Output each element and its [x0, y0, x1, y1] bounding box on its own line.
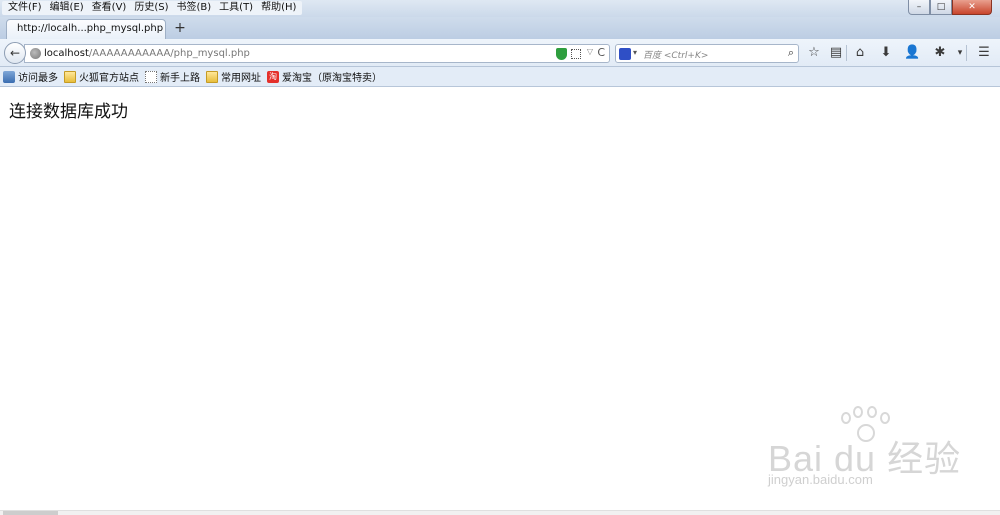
url-text[interactable]: localhost/AAAAAAAAAAA/php_mysql.php: [44, 48, 250, 59]
baidu-watermark: Bai du 经验 jingyan.baidu.com: [760, 400, 960, 495]
horizontal-scrollbar[interactable]: [0, 510, 1000, 515]
page-icon: [145, 70, 157, 83]
reload-icon[interactable]: C: [597, 46, 605, 59]
menu-view[interactable]: 查看(V): [88, 1, 131, 15]
bookmark-most-visited[interactable]: 访问最多: [3, 69, 58, 84]
menu-bar: 文件(F) 编辑(E) 查看(V) 历史(S) 书签(B) 工具(T) 帮助(H…: [2, 1, 303, 15]
url-bar[interactable]: localhost/AAAAAAAAAAA/php_mysql.php ▽ C: [24, 44, 610, 63]
bookmark-common-sites[interactable]: 常用网址: [206, 69, 261, 84]
folder-icon: [64, 70, 76, 83]
menu-file[interactable]: 文件(F): [4, 1, 46, 15]
account-icon[interactable]: 👤: [904, 45, 920, 61]
close-button[interactable]: ✕: [952, 0, 992, 15]
chevron-down-icon[interactable]: ▾: [633, 48, 637, 57]
url-host: localhost: [44, 48, 89, 59]
bookmark-label: 火狐官方站点: [79, 73, 139, 84]
search-engine-icon[interactable]: [619, 48, 631, 60]
new-tab-button[interactable]: +: [172, 19, 188, 37]
history-icon: [3, 70, 15, 83]
search-icon[interactable]: ⌕: [788, 46, 794, 60]
download-icon[interactable]: ⬇: [878, 45, 894, 61]
bookmark-label: 爱淘宝（原淘宝特卖）: [282, 73, 382, 84]
menu-history[interactable]: 历史(S): [130, 1, 172, 15]
menu-icon[interactable]: ☰: [976, 45, 992, 61]
bookmark-label: 常用网址: [221, 73, 261, 84]
divider: [846, 45, 847, 61]
qr-code-icon[interactable]: [571, 49, 581, 59]
menu-help[interactable]: 帮助(H): [257, 1, 300, 15]
back-button[interactable]: ←: [4, 42, 26, 64]
addon-icon[interactable]: ✱: [932, 45, 948, 61]
maximize-button[interactable]: □: [930, 0, 952, 15]
watermark-url: jingyan.baidu.com: [768, 472, 873, 487]
page-message: 连接数据库成功: [9, 102, 128, 122]
bookmark-label: 访问最多: [18, 73, 58, 84]
divider: [966, 45, 967, 61]
search-input[interactable]: 百度 <Ctrl+K>: [643, 48, 708, 61]
menu-edit[interactable]: 编辑(E): [46, 1, 88, 15]
url-dropdown-icon[interactable]: ▽: [587, 47, 593, 56]
tab-active[interactable]: http://localh...php_mysql.php: [6, 19, 166, 39]
bookmark-label: 新手上路: [160, 73, 200, 84]
menu-tools[interactable]: 工具(T): [215, 1, 257, 15]
home-icon[interactable]: ⌂: [852, 45, 868, 61]
title-bar: 文件(F) 编辑(E) 查看(V) 历史(S) 书签(B) 工具(T) 帮助(H…: [0, 0, 1000, 17]
taobao-icon: 淘: [267, 70, 279, 83]
star-icon[interactable]: ☆: [806, 45, 822, 61]
tab-strip: http://localh...php_mysql.php +: [0, 17, 1000, 39]
window-controls: – □ ✕: [908, 0, 992, 15]
bookmarks-bar: 访问最多 火狐官方站点 新手上路 常用网址 淘 爱淘宝（原淘宝特卖）: [0, 67, 1000, 87]
globe-icon: [30, 48, 41, 59]
shield-icon[interactable]: [556, 48, 567, 60]
bookmark-getting-started[interactable]: 新手上路: [145, 69, 200, 84]
bookmark-firefox-site[interactable]: 火狐官方站点: [64, 69, 139, 84]
folder-icon: [206, 70, 218, 83]
menu-bookmarks[interactable]: 书签(B): [173, 1, 216, 15]
minimize-button[interactable]: –: [908, 0, 930, 15]
scrollbar-thumb[interactable]: [3, 511, 58, 515]
navigation-bar: localhost/AAAAAAAAAAA/php_mysql.php ▽ C …: [0, 39, 1000, 67]
url-path: /AAAAAAAAAAA/php_mysql.php: [88, 48, 250, 59]
reader-icon[interactable]: ▤: [828, 45, 844, 61]
search-box[interactable]: ▾ 百度 <Ctrl+K> ⌕: [615, 44, 799, 63]
bookmark-ai-taobao[interactable]: 淘 爱淘宝（原淘宝特卖）: [267, 69, 382, 84]
